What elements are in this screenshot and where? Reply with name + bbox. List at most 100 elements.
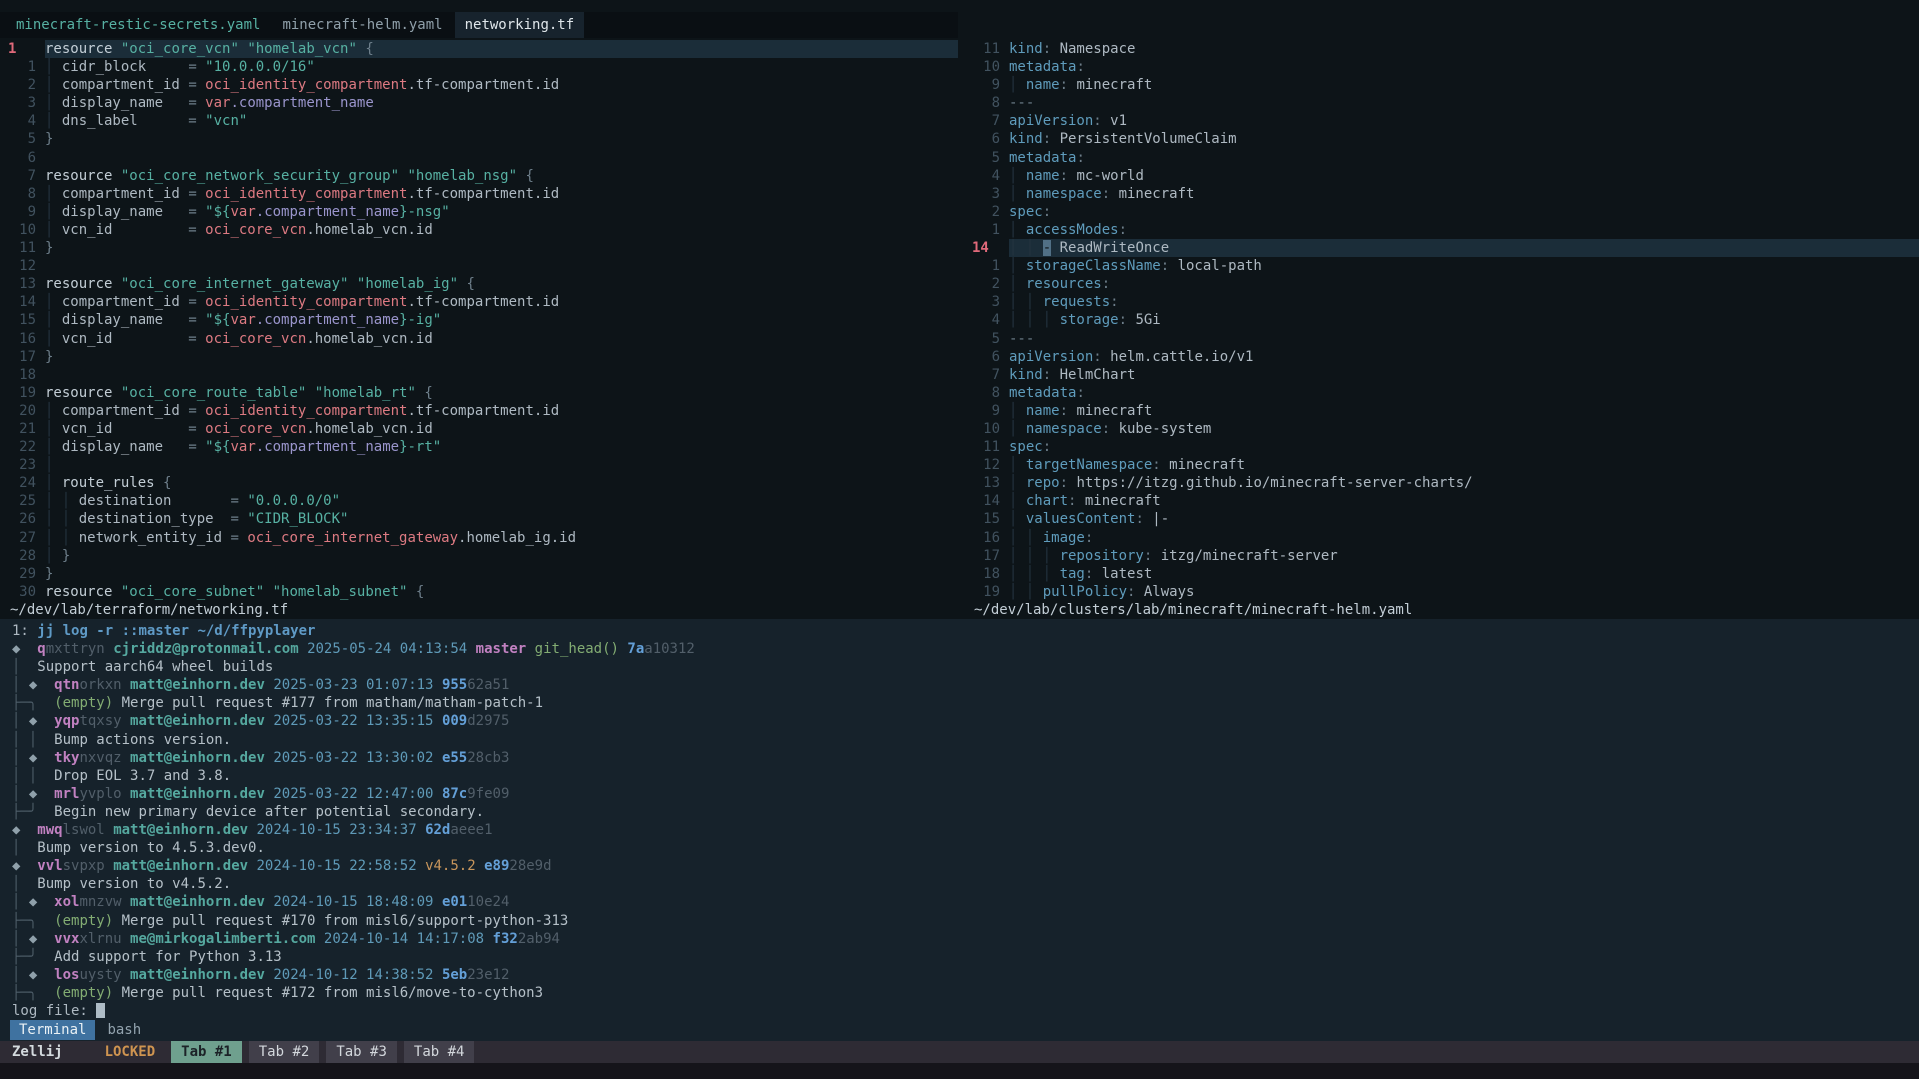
code-line[interactable]: 10metadata: [964, 58, 1919, 76]
line-number: 18 [0, 366, 36, 384]
code-line[interactable]: 12 [0, 257, 958, 275]
code-line[interactable]: 1│ accessModes: [964, 221, 1919, 239]
code-line[interactable]: 1│ cidr_block = "10.0.0.0/16" [0, 58, 958, 76]
log-line: ├─╮ (empty) Merge pull request #177 from… [0, 694, 1919, 712]
terminal-pane[interactable]: 1: jj log -r ::master ~/d/ffpyplayer ◆ q… [0, 619, 1919, 1041]
line-number: 6 [964, 348, 1000, 366]
code-line[interactable]: 18 [0, 366, 958, 384]
zellij-session: minecraft-restic-secrets.yaml minecraft-… [0, 0, 1919, 1079]
code-line[interactable]: 9│ name: minecraft [964, 402, 1919, 420]
code-line[interactable]: 8│ compartment_id = oci_identity_compart… [0, 185, 958, 203]
code-line[interactable]: 4│ name: mc-world [964, 167, 1919, 185]
code-line[interactable]: 14│ │ - ReadWriteOnce [964, 239, 1919, 257]
tab-networking-tf[interactable]: networking.tf [455, 12, 585, 38]
terminal-cursor [96, 1003, 104, 1018]
terminal-tab-active[interactable]: Terminal [10, 1020, 95, 1040]
line-number: 3 [964, 185, 1000, 203]
code-line[interactable]: 13resource "oci_core_internet_gateway" "… [0, 275, 958, 293]
prompt-line[interactable]: log file: [0, 1002, 1919, 1020]
code-line[interactable]: 13│ repo: https://itzg.github.io/minecra… [964, 474, 1919, 492]
tab-minecraft-helm[interactable]: minecraft-helm.yaml [272, 12, 452, 38]
code-line[interactable]: 17│ │ │ repository: itzg/minecraft-serve… [964, 547, 1919, 565]
line-number: 8 [964, 384, 1000, 402]
code-line[interactable]: 2│ resources: [964, 275, 1919, 293]
code-line[interactable]: 25│ │ destination = "0.0.0.0/0" [0, 492, 958, 510]
code-line[interactable]: 3│ │ requests: [964, 293, 1919, 311]
code-line[interactable]: 4│ dns_label = "vcn" [0, 112, 958, 130]
line-number: 22 [0, 438, 36, 456]
line-number: 2 [964, 203, 1000, 221]
zellij-tab-1[interactable]: Tab #1 [171, 1041, 242, 1063]
code-line[interactable]: 7resource "oci_core_network_security_gro… [0, 167, 958, 185]
line-number: 4 [964, 311, 1000, 329]
code-line[interactable]: 24│ route_rules { [0, 474, 958, 492]
code-line[interactable]: 9│ display_name = "${var.compartment_nam… [0, 203, 958, 221]
code-line[interactable]: 14│ chart: minecraft [964, 492, 1919, 510]
code-line[interactable]: 12│ targetNamespace: minecraft [964, 456, 1919, 474]
code-line[interactable]: 11} [0, 239, 958, 257]
line-number: 2 [964, 275, 1000, 293]
code-line[interactable]: 17} [0, 348, 958, 366]
code-line[interactable]: 6 [0, 149, 958, 167]
line-number: 25 [0, 492, 36, 510]
log-line: ├─╮ (empty) Merge pull request #170 from… [0, 912, 1919, 930]
code-line[interactable]: 29} [0, 565, 958, 583]
line-number: 16 [964, 529, 1000, 547]
line-number: 20 [0, 402, 36, 420]
zellij-tab-4[interactable]: Tab #4 [404, 1041, 475, 1063]
shell-label[interactable]: bash [107, 1020, 141, 1040]
code-line[interactable]: 21│ vcn_id = oci_core_vcn.homelab_vcn.id [0, 420, 958, 438]
code-line[interactable]: 15│ display_name = "${var.compartment_na… [0, 311, 958, 329]
code-line[interactable]: 9│ name: minecraft [964, 76, 1919, 94]
code-line[interactable]: 14│ compartment_id = oci_identity_compar… [0, 293, 958, 311]
code-line[interactable]: 10│ vcn_id = oci_core_vcn.homelab_vcn.id [0, 221, 958, 239]
code-line[interactable]: 6kind: PersistentVolumeClaim [964, 130, 1919, 148]
line-number: 24 [0, 474, 36, 492]
code-line[interactable]: 15│ valuesContent: |- [964, 510, 1919, 528]
code-line[interactable]: 2spec: [964, 203, 1919, 221]
code-line[interactable]: 7kind: HelmChart [964, 366, 1919, 384]
code-line[interactable]: 11kind: Namespace [964, 40, 1919, 58]
statusline-path-left: ~/dev/lab/terraform/networking.tf [0, 601, 958, 619]
code-line[interactable]: 20│ compartment_id = oci_identity_compar… [0, 402, 958, 420]
line-number: 3 [0, 94, 36, 112]
code-line[interactable]: 6apiVersion: helm.cattle.io/v1 [964, 348, 1919, 366]
code-line[interactable]: 5} [0, 130, 958, 148]
code-line[interactable]: 26│ │ destination_type = "CIDR_BLOCK" [0, 510, 958, 528]
code-line[interactable]: 27│ │ network_entity_id = oci_core_inter… [0, 529, 958, 547]
code-line[interactable]: 1resource "oci_core_vcn" "homelab_vcn" { [0, 40, 958, 58]
code-line[interactable]: 16│ vcn_id = oci_core_vcn.homelab_vcn.id [0, 330, 958, 348]
code-line[interactable]: 7apiVersion: v1 [964, 112, 1919, 130]
log-line: │ ◆ yqptqxsy matt@einhorn.dev 2025-03-22… [0, 712, 1919, 730]
code-line[interactable]: 8--- [964, 94, 1919, 112]
code-line[interactable]: 19│ │ pullPolicy: Always [964, 583, 1919, 601]
code-line[interactable]: 11spec: [964, 438, 1919, 456]
zellij-tab-3[interactable]: Tab #3 [326, 1041, 397, 1063]
code-line[interactable]: 3│ display_name = var.compartment_name [0, 94, 958, 112]
line-number: 19 [0, 384, 36, 402]
code-line[interactable]: 22│ display_name = "${var.compartment_na… [0, 438, 958, 456]
code-line[interactable]: 5--- [964, 330, 1919, 348]
code-line[interactable]: 19resource "oci_core_route_table" "homel… [0, 384, 958, 402]
code-line[interactable]: 16│ │ image: [964, 529, 1919, 547]
code-line[interactable]: 23│ [0, 456, 958, 474]
code-line[interactable]: 3│ namespace: minecraft [964, 185, 1919, 203]
code-line[interactable]: 30resource "oci_core_subnet" "homelab_su… [0, 583, 958, 601]
code-line[interactable]: 28│ } [0, 547, 958, 565]
line-number: 1 [964, 257, 1000, 275]
zellij-tab-2[interactable]: Tab #2 [249, 1041, 320, 1063]
code-line[interactable]: 8metadata: [964, 384, 1919, 402]
log-line: ├─╯ Begin new primary device after poten… [0, 803, 1919, 821]
mode-indicator-locked: LOCKED [105, 1044, 156, 1060]
code-line[interactable]: 10│ namespace: kube-system [964, 420, 1919, 438]
code-line[interactable]: 1│ storageClassName: local-path [964, 257, 1919, 275]
line-number: 8 [0, 185, 36, 203]
code-line[interactable]: 5metadata: [964, 149, 1919, 167]
code-line[interactable]: 18│ │ │ tag: latest [964, 565, 1919, 583]
code-line[interactable]: 4│ │ │ storage: 5Gi [964, 311, 1919, 329]
line-number: 5 [964, 149, 1000, 167]
tab-minecraft-restic-secrets[interactable]: minecraft-restic-secrets.yaml [6, 12, 270, 38]
bottom-strip [0, 1063, 1919, 1079]
code-line[interactable]: 2│ compartment_id = oci_identity_compart… [0, 76, 958, 94]
zellij-logo: Zellij [12, 1044, 63, 1060]
